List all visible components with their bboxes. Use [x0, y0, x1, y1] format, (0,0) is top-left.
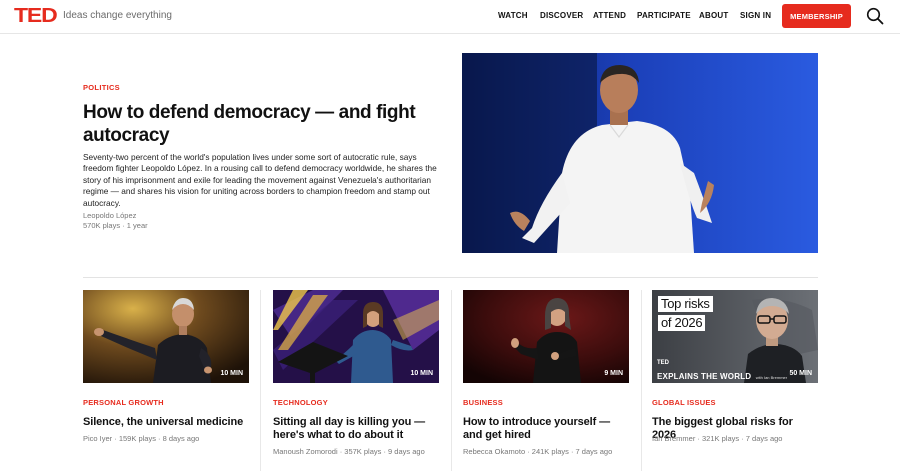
duration-badge: 10 MIN — [220, 370, 243, 377]
card-separator — [451, 290, 452, 471]
card-category[interactable]: GLOBAL ISSUES — [652, 398, 716, 407]
nav-discover[interactable]: DISCOVER — [540, 11, 583, 20]
card-separator — [641, 290, 642, 471]
series-name: EXPLAINS THE WORLD — [657, 372, 752, 381]
talk-thumbnail[interactable]: 10 MIN — [273, 290, 439, 383]
talk-thumbnail[interactable]: 10 MIN — [83, 290, 249, 383]
duration-badge: 10 MIN — [410, 370, 433, 377]
nav-sign-in[interactable]: SIGN IN — [740, 11, 771, 20]
section-divider — [83, 277, 818, 278]
card-title[interactable]: How to introduce yourself — and get hire… — [463, 416, 629, 443]
membership-button[interactable]: MEMBERSHIP — [782, 4, 851, 28]
talk-card[interactable]: 10 MIN PERSONAL GROWTH Silence, the univ… — [83, 290, 249, 471]
talk-thumbnail[interactable]: Top risks of 2026 TED EXPLAINS THE WORLD… — [652, 290, 818, 383]
nav-attend[interactable]: ATTEND — [593, 11, 626, 20]
card-meta: Ian Bremmer · 321K plays · 7 days ago — [652, 434, 783, 443]
talk-thumbnail[interactable]: 9 MIN — [463, 290, 629, 383]
card-category[interactable]: BUSINESS — [463, 398, 503, 407]
hero-meta: 570K plays · 1 year — [83, 221, 148, 230]
card-meta: Rebecca Okamoto · 241K plays · 7 days ag… — [463, 447, 613, 456]
nav-participate[interactable]: PARTICIPATE — [637, 11, 691, 20]
card-meta: Manoush Zomorodi · 357K plays · 9 days a… — [273, 447, 425, 456]
card-category[interactable]: PERSONAL GROWTH — [83, 398, 164, 407]
series-host: with Ian Bremmer — [755, 375, 788, 380]
thumb-title-line-1: Top risks — [658, 296, 713, 312]
card-title[interactable]: Sitting all day is killing you — here's … — [273, 416, 439, 443]
card-meta: Pico Iyer · 159K plays · 8 days ago — [83, 434, 200, 443]
ted-logo[interactable]: TED — [14, 6, 58, 26]
hero-title[interactable]: How to defend democracy — and fight auto… — [83, 101, 428, 147]
card-title[interactable]: Silence, the universal medicine — [83, 416, 249, 429]
card-category[interactable]: TECHNOLOGY — [273, 398, 328, 407]
talk-card[interactable]: 10 MIN TECHNOLOGY Sitting all day is kil… — [273, 290, 439, 471]
tagline: Ideas change everything — [63, 10, 172, 21]
site-header: TED Ideas change everything WATCH DISCOV… — [0, 0, 900, 34]
card-separator — [260, 290, 261, 471]
thumb-title-line-2: of 2026 — [658, 315, 706, 331]
duration-badge: 50 MIN — [789, 370, 812, 377]
series-branding: TED EXPLAINS THE WORLD with Ian Bremmer — [657, 360, 787, 383]
hero-description: Seventy-two percent of the world's popul… — [83, 152, 437, 208]
search-icon[interactable] — [866, 7, 884, 25]
duration-badge: 9 MIN — [604, 370, 623, 377]
hero-video-thumbnail[interactable] — [462, 53, 818, 253]
nav-watch[interactable]: WATCH — [498, 11, 528, 20]
nav-about[interactable]: ABOUT — [699, 11, 728, 20]
hero-category[interactable]: POLITICS — [83, 83, 120, 92]
hero-speaker: Leopoldo López — [83, 211, 137, 220]
talk-card[interactable]: 9 MIN BUSINESS How to introduce yourself… — [463, 290, 629, 471]
series-logo: TED — [657, 360, 669, 366]
talk-card[interactable]: Top risks of 2026 TED EXPLAINS THE WORLD… — [652, 290, 818, 471]
